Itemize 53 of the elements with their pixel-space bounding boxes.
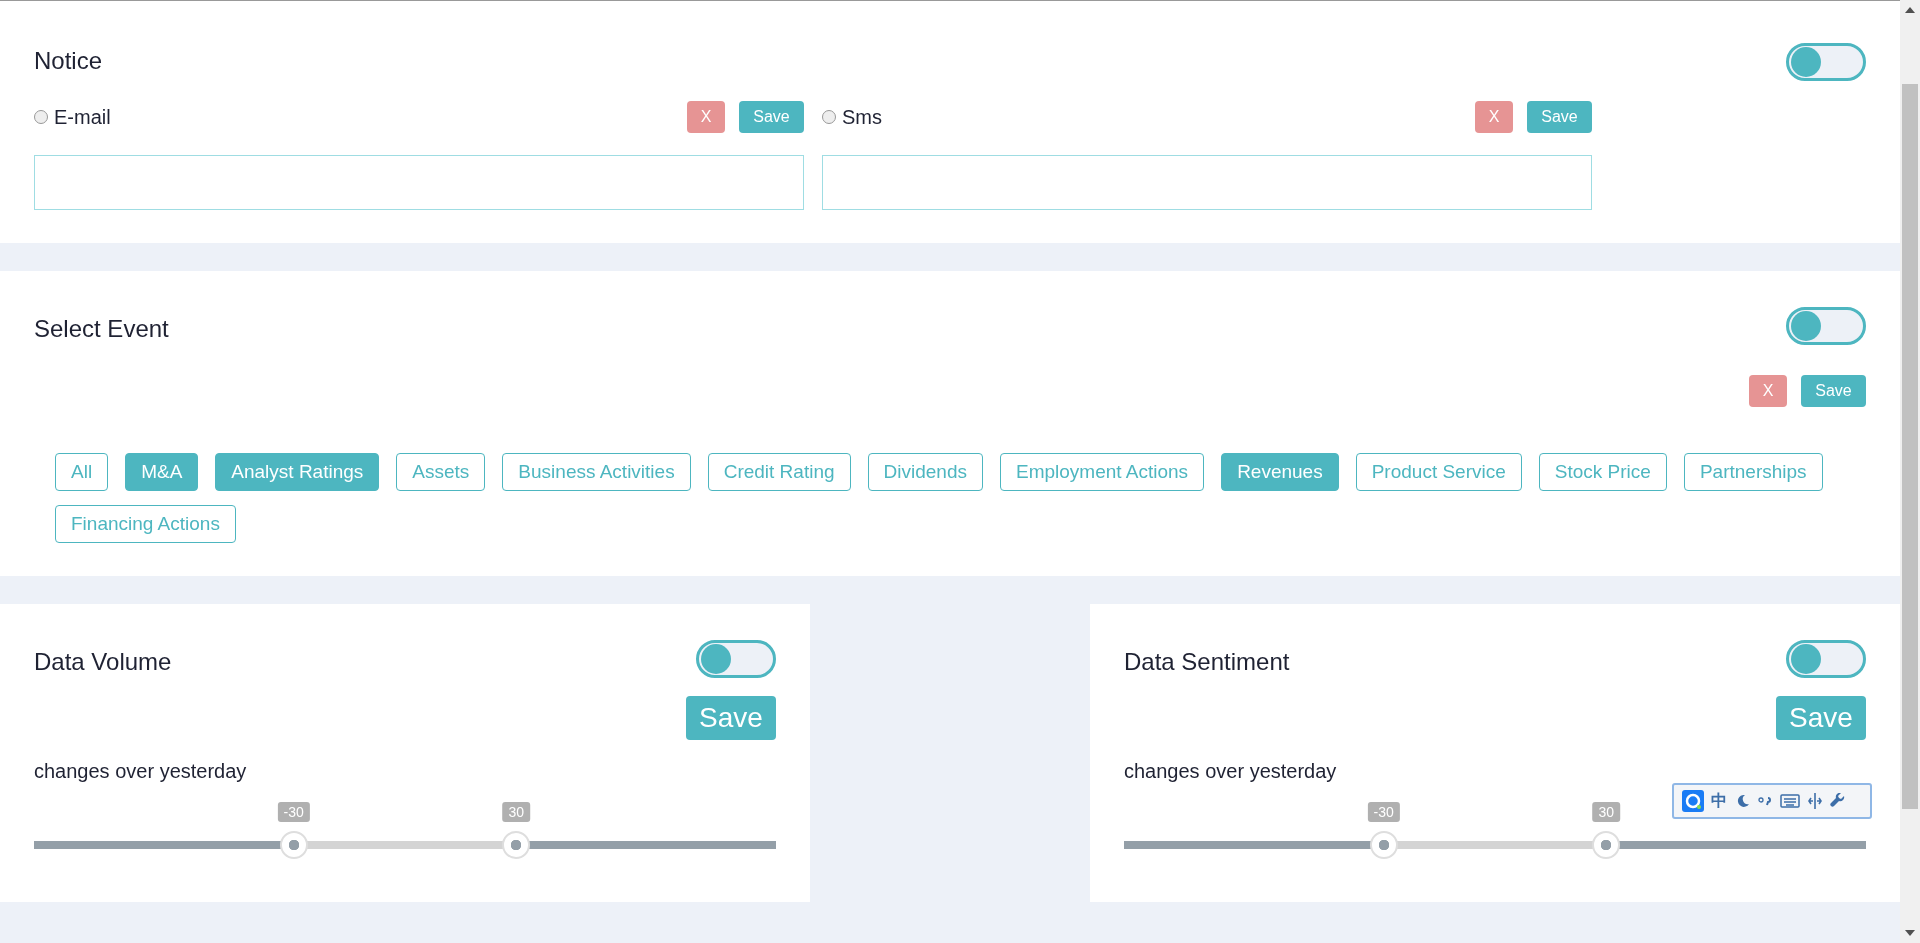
slider-thumb[interactable] xyxy=(1592,831,1621,859)
slider-caption: changes over yesterday xyxy=(34,759,248,784)
section-title: Select Event xyxy=(34,314,169,344)
clear-button[interactable]: X xyxy=(1749,375,1787,407)
save-button[interactable]: Save xyxy=(1527,101,1592,133)
slider-thumb[interactable] xyxy=(279,831,308,859)
toggle-switch[interactable] xyxy=(1786,43,1866,81)
input-field[interactable] xyxy=(822,155,1592,210)
event-tag[interactable]: Product Service xyxy=(1355,453,1522,491)
save-button[interactable]: Save xyxy=(1776,696,1866,740)
section-title: Notice xyxy=(34,46,103,76)
value-label: 30 xyxy=(502,802,531,822)
event-tag[interactable]: Credit Rating xyxy=(707,453,851,491)
event-tag[interactable]: Business Activities xyxy=(502,453,691,491)
event-tag[interactable]: M&A xyxy=(125,453,199,491)
scrollbar[interactable] xyxy=(1900,0,1920,943)
save-button[interactable]: Save xyxy=(1801,375,1866,407)
radio-label: E-mail xyxy=(54,105,111,130)
event-tag[interactable]: Dividends xyxy=(867,453,983,491)
language-toggle[interactable]: 中 xyxy=(1711,789,1727,813)
toggle-switch[interactable] xyxy=(1786,640,1866,678)
clear-button[interactable]: X xyxy=(1475,101,1513,133)
slider-thumb[interactable] xyxy=(502,831,531,859)
value-label: -30 xyxy=(277,802,310,822)
toggle-switch[interactable] xyxy=(1786,307,1866,345)
value-label: -30 xyxy=(1367,802,1400,822)
keyboard-icon[interactable] xyxy=(1780,794,1800,808)
input-field[interactable] xyxy=(34,155,804,210)
event-tag[interactable]: Employment Actions xyxy=(1000,453,1205,491)
slider-thumb[interactable] xyxy=(1369,831,1398,859)
clear-button[interactable]: X xyxy=(687,101,725,133)
card-title: Data Sentiment xyxy=(1124,647,1290,677)
save-button[interactable]: Save xyxy=(686,696,776,740)
event-tag[interactable]: Stock Price xyxy=(1538,453,1667,491)
wrench-icon[interactable] xyxy=(1830,793,1846,809)
event-tag[interactable]: Partnerships xyxy=(1683,453,1823,491)
event-tag[interactable]: Analyst Ratings xyxy=(215,453,380,491)
event-tag[interactable]: Assets xyxy=(396,453,486,491)
split-icon[interactable] xyxy=(1807,792,1823,810)
input-method-logo-icon[interactable] xyxy=(1682,790,1704,812)
radio-button[interactable] xyxy=(34,110,48,124)
radio-label: Sms xyxy=(842,105,882,130)
toggle-switch[interactable] xyxy=(696,640,776,678)
save-button[interactable]: Save xyxy=(739,101,804,133)
scroll-up-icon[interactable] xyxy=(1905,6,1915,14)
value-label: 30 xyxy=(1592,802,1621,822)
event-tag[interactable]: Revenues xyxy=(1221,453,1339,491)
event-tag[interactable]: All xyxy=(55,453,109,491)
slider-caption: changes over yesterday xyxy=(1124,759,1338,784)
card-title: Data Volume xyxy=(34,647,172,677)
radio-button[interactable] xyxy=(822,110,836,124)
event-tag[interactable]: Financing Actions xyxy=(55,505,236,543)
scroll-down-icon[interactable] xyxy=(1905,929,1915,937)
